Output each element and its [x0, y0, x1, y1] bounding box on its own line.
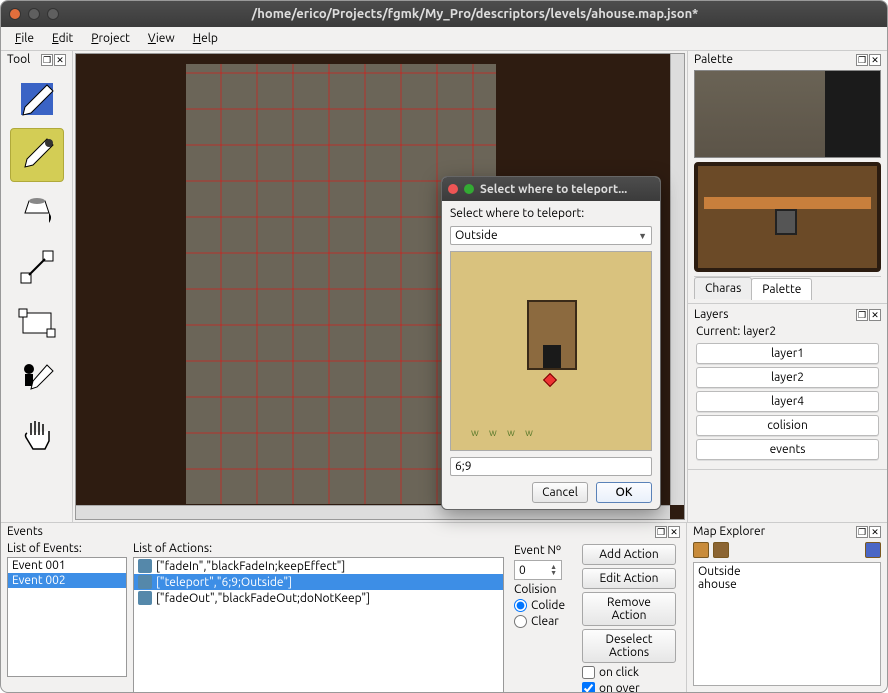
selected-tile-preview — [694, 162, 881, 272]
minimap-house-icon — [527, 300, 577, 370]
action-icon — [138, 575, 152, 589]
radio-colide[interactable] — [514, 599, 527, 612]
edit-action-button[interactable]: Edit Action — [582, 568, 676, 589]
menubar: File Edit Project View Help — [1, 27, 887, 51]
action-icon — [138, 591, 152, 605]
teleport-coord-input[interactable]: 6;9 — [450, 457, 652, 476]
window-title: /home/erico/Projects/fgmk/My_Pro/descrip… — [71, 7, 879, 21]
checkbox-onclick[interactable] — [582, 666, 595, 679]
minimap-marker-icon[interactable] — [543, 373, 557, 387]
dialog-title: Select where to teleport... — [480, 183, 627, 196]
current-layer-label: Current: layer2 — [688, 323, 887, 340]
map-explorer-list[interactable]: Outside ahouse — [693, 562, 881, 686]
dialog-close-icon[interactable] — [448, 184, 458, 194]
action-item[interactable]: ["fadeOut","blackFadeOut;doNotKeep"] — [134, 590, 503, 606]
deselect-actions-button[interactable]: Deselect Actions — [582, 629, 676, 663]
dialog-titlebar[interactable]: Select where to teleport... — [442, 177, 660, 201]
panel-float-icon[interactable]: ❐ — [856, 526, 868, 538]
layers-panel-title: Layers — [694, 308, 728, 321]
canvas-scrollbar-vertical[interactable] — [670, 54, 684, 505]
right-column: Palette ❐ ✕ Charas Palette Layers — [687, 51, 887, 522]
tool-pan[interactable] — [10, 408, 64, 462]
app-window: /home/erico/Projects/fgmk/My_Pro/descrip… — [0, 0, 888, 693]
event-no-spinner[interactable]: 0 ▲▼ — [514, 560, 562, 580]
list-of-actions-label: List of Actions: — [133, 542, 504, 555]
teleport-dialog: Select where to teleport... Select where… — [441, 176, 661, 510]
tab-charas[interactable]: Charas — [694, 277, 752, 299]
dialog-prompt: Select where to teleport: — [450, 207, 652, 220]
events-panel-title: Events — [7, 525, 43, 538]
layer-button-events[interactable]: events — [696, 439, 879, 460]
map-list-item[interactable]: Outside — [698, 565, 876, 578]
menu-project[interactable]: Project — [83, 29, 138, 48]
tool-line[interactable] — [10, 240, 64, 294]
teleport-minimap[interactable]: w w w w — [450, 251, 652, 451]
menu-edit[interactable]: Edit — [44, 29, 81, 48]
window-minimize-button[interactable] — [28, 8, 40, 20]
action-item[interactable]: ["teleport","6;9;Outside"] — [134, 574, 503, 590]
checkbox-onover[interactable] — [582, 682, 595, 693]
panel-close-icon[interactable]: ✕ — [869, 54, 881, 66]
tool-panel: Tool ❐ ✕ — [1, 51, 73, 522]
map-tool-icon[interactable] — [713, 542, 729, 558]
map-tool-icon[interactable] — [693, 542, 709, 558]
map-list-item[interactable]: ahouse — [698, 578, 876, 591]
list-of-events-label: List of Events: — [7, 542, 127, 555]
tool-panel-title: Tool — [7, 53, 30, 66]
tool-chara-pencil[interactable] — [10, 352, 64, 406]
teleport-map-select[interactable]: Outside ▼ — [450, 226, 652, 245]
map-explorer-panel: Map Explorer ❐ ✕ Outside ahouse — [687, 523, 887, 692]
dialog-ok-button[interactable]: OK — [596, 482, 652, 503]
panel-float-icon[interactable]: ❐ — [41, 54, 53, 66]
window-close-button[interactable] — [9, 8, 21, 20]
menu-file[interactable]: File — [7, 29, 42, 48]
remove-action-button[interactable]: Remove Action — [582, 592, 676, 626]
event-no-label: Event Nº — [514, 544, 568, 557]
colision-label: Colision — [514, 583, 568, 596]
palette-panel-title: Palette — [694, 53, 733, 66]
window-maximize-button[interactable] — [47, 8, 59, 20]
tool-rectangle[interactable] — [10, 296, 64, 350]
tileset-preview[interactable] — [694, 70, 881, 158]
panel-float-icon[interactable]: ❐ — [856, 54, 868, 66]
layer-button-layer4[interactable]: layer4 — [696, 391, 879, 412]
titlebar: /home/erico/Projects/fgmk/My_Pro/descrip… — [1, 1, 887, 27]
event-item[interactable]: Event 001 — [8, 558, 126, 573]
dialog-cancel-button[interactable]: Cancel — [532, 482, 588, 503]
actions-listbox[interactable]: ["fadeIn","blackFadeIn;keepEffect"] ["te… — [133, 557, 504, 693]
bottom-area: Events ❐ ✕ List of Events: Event 001 Eve… — [1, 522, 887, 692]
map-explorer-title: Map Explorer — [693, 525, 765, 538]
tab-palette[interactable]: Palette — [751, 278, 812, 300]
layer-button-colision[interactable]: colision — [696, 415, 879, 436]
radio-clear[interactable] — [514, 615, 527, 628]
panel-close-icon[interactable]: ✕ — [668, 526, 680, 538]
events-listbox[interactable]: Event 001 Event 002 — [7, 557, 127, 677]
layer-button-layer1[interactable]: layer1 — [696, 343, 879, 364]
layer-button-layer2[interactable]: layer2 — [696, 367, 879, 388]
panel-float-icon[interactable]: ❐ — [655, 526, 667, 538]
chevron-down-icon: ▼ — [638, 231, 647, 241]
panel-close-icon[interactable]: ✕ — [869, 309, 881, 321]
spinner-arrows-icon[interactable]: ▲▼ — [550, 564, 557, 576]
menu-view[interactable]: View — [140, 29, 183, 48]
panel-close-icon[interactable]: ✕ — [54, 54, 66, 66]
tool-pencil[interactable] — [10, 72, 64, 126]
action-item[interactable]: ["fadeIn","blackFadeIn;keepEffect"] — [134, 558, 503, 574]
add-action-button[interactable]: Add Action — [582, 544, 676, 565]
dialog-max-icon[interactable] — [464, 184, 474, 194]
map-tool-icon[interactable] — [865, 542, 881, 558]
panel-close-icon[interactable]: ✕ — [869, 526, 881, 538]
menu-help[interactable]: Help — [185, 29, 226, 48]
tool-eyedropper[interactable] — [10, 128, 64, 182]
panel-float-icon[interactable]: ❐ — [856, 309, 868, 321]
tool-bucket[interactable] — [10, 184, 64, 238]
event-item[interactable]: Event 002 — [8, 573, 126, 588]
action-icon — [138, 559, 152, 573]
minimap-grass-icon: w w w w — [471, 427, 537, 438]
